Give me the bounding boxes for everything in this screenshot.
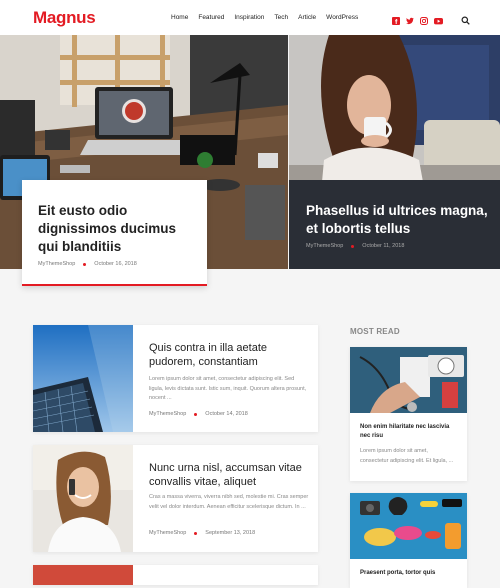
post-date: October 16, 2018 [94, 261, 137, 267]
post-card[interactable] [33, 565, 318, 585]
post-author[interactable]: MyThemeShop [306, 243, 343, 249]
post-title[interactable]: Quis contra in illa aetate pudorem, cons… [149, 341, 311, 369]
post-card[interactable]: Quis contra in illa aetate pudorem, cons… [33, 325, 318, 432]
meta-separator [83, 262, 87, 266]
site-logo[interactable]: Magnus [33, 8, 96, 28]
post-author[interactable]: MyThemeShop [149, 530, 186, 536]
most-read-heading: MOST READ [350, 327, 400, 336]
post-author[interactable]: MyThemeShop [149, 411, 186, 417]
post-excerpt: Cras a massa viverra, viverra nibh sed, … [149, 494, 309, 510]
post-date: October 14, 2018 [205, 411, 248, 417]
hero-card-right[interactable]: Phasellus id ultrices magna, et lobortis… [289, 180, 500, 269]
sidebar-thumbnail-travel-items[interactable] [350, 493, 467, 559]
hero-right-title[interactable]: Phasellus id ultrices magna, et lobortis… [306, 202, 496, 238]
facebook-icon[interactable] [392, 12, 400, 25]
post-meta: MyThemeShop October 14, 2018 [149, 411, 248, 417]
social-links [392, 12, 448, 25]
search-icon[interactable] [461, 12, 470, 25]
hero-card-left[interactable]: Eit eusto odio dignissimos ducimus qui b… [22, 180, 207, 286]
hero-left-title[interactable]: Eit eusto odio dignissimos ducimus qui b… [38, 202, 198, 256]
twitter-icon[interactable] [406, 12, 414, 25]
nav-featured[interactable]: Featured [198, 14, 224, 21]
sidebar-post[interactable]: Non enim hilaritate nec lascivia nec ris… [350, 347, 467, 481]
nav-tech[interactable]: Tech [274, 14, 288, 21]
nav-article[interactable]: Article [298, 14, 316, 21]
sidebar-post-excerpt: Lorem ipsum dolor sit amet, consectetur … [360, 448, 454, 464]
post-card[interactable]: Nunc urna nisl, accumsan vitae convallis… [33, 445, 318, 552]
post-author[interactable]: MyThemeShop [38, 261, 75, 267]
post-title[interactable]: Nunc urna nisl, accumsan vitae convallis… [149, 461, 311, 489]
meta-separator [194, 531, 198, 535]
post-excerpt: Lorem ipsum dolor sit amet, consectetur … [149, 376, 307, 401]
sidebar-post[interactable]: Praesent porta, tortor quis [350, 493, 467, 588]
nav-wordpress[interactable]: WordPress [326, 14, 358, 21]
hero-left-meta: MyThemeShop October 16, 2018 [38, 261, 137, 267]
post-thumbnail-woman-phone[interactable] [33, 445, 133, 552]
meta-separator [351, 244, 355, 248]
post-thumbnail[interactable] [33, 565, 133, 585]
youtube-icon[interactable] [434, 12, 443, 25]
site-header: Magnus Home Featured Inspiration Tech Ar… [0, 0, 500, 35]
sidebar-thumbnail-medical[interactable] [350, 347, 467, 413]
sidebar-post-title[interactable]: Non enim hilaritate nec lascivia nec ris… [360, 423, 457, 441]
post-date: October 11, 2018 [362, 243, 405, 249]
nav-home[interactable]: Home [171, 14, 188, 21]
hero-right-meta: MyThemeShop October 11, 2018 [306, 243, 404, 249]
instagram-icon[interactable] [420, 12, 428, 25]
nav-inspiration[interactable]: Inspiration [234, 14, 264, 21]
main-nav: Home Featured Inspiration Tech Article W… [171, 14, 368, 21]
meta-separator [194, 412, 198, 416]
sidebar-post-title[interactable]: Praesent porta, tortor quis [360, 569, 457, 578]
post-date: September 13, 2018 [205, 530, 256, 536]
post-thumbnail-building[interactable] [33, 325, 133, 432]
post-meta: MyThemeShop September 13, 2018 [149, 530, 255, 536]
